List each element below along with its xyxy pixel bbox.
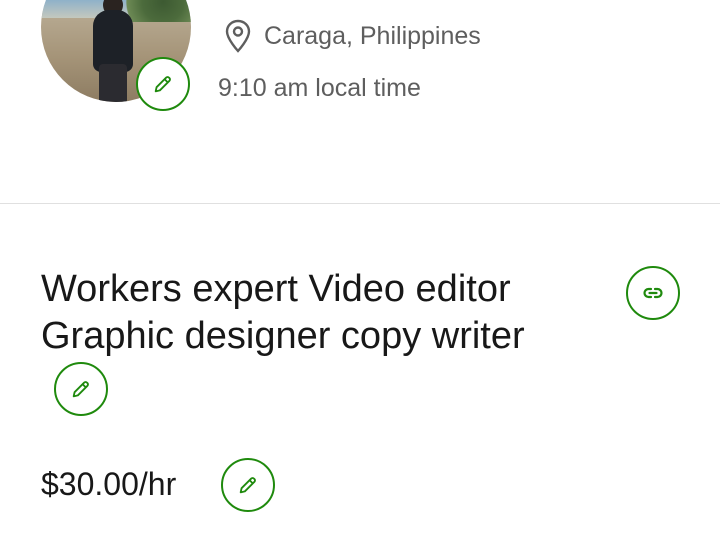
avatar-person-body [93, 10, 133, 72]
profile-title-line-2: Graphic designer copy writer [41, 315, 525, 357]
edit-avatar-button[interactable] [136, 57, 190, 111]
copy-profile-link-button[interactable] [626, 266, 680, 320]
avatar-person-legs [99, 64, 127, 102]
edit-title-button[interactable] [54, 362, 108, 416]
location-row: Caraga, Philippines [222, 16, 481, 56]
link-icon [643, 287, 663, 299]
profile-title: Workers expert Video editor Graphic desi… [41, 266, 601, 360]
location-text: Caraga, Philippines [264, 21, 481, 50]
pencil-icon [72, 381, 89, 398]
pencil-icon [154, 76, 171, 93]
profile-title-line-1: Workers expert Video editor [41, 268, 511, 310]
local-time-text: 9:10 am local time [218, 74, 421, 102]
pencil-icon [239, 477, 256, 494]
section-divider [0, 203, 720, 204]
edit-rate-button[interactable] [221, 458, 275, 512]
hourly-rate: $30.00/hr [41, 466, 177, 502]
map-pin-icon [225, 19, 251, 53]
